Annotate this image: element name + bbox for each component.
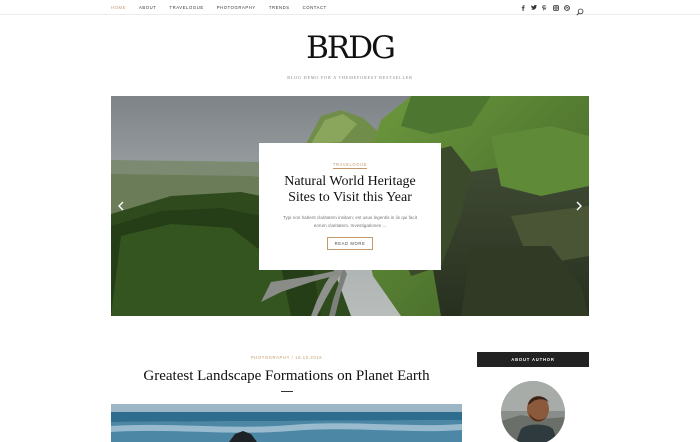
pinterest-icon[interactable]: [539, 0, 550, 15]
widget-title-about-author: About Author: [477, 352, 589, 367]
nav-item-about[interactable]: About: [139, 5, 156, 10]
featured-post-category[interactable]: Travelogue: [259, 162, 441, 169]
instagram-icon[interactable]: [550, 0, 561, 15]
top-navigation-bar: Home About Travelogue Photography Trends…: [0, 0, 700, 16]
nav-item-trends[interactable]: Trends: [269, 5, 290, 10]
dribbble-icon[interactable]: [561, 0, 572, 15]
post-title[interactable]: Greatest Landscape Formations on Planet …: [111, 367, 462, 386]
featured-post-category-label[interactable]: Travelogue: [332, 162, 368, 169]
featured-post-title[interactable]: Natural World Heritage Sites to Visit th…: [271, 174, 429, 206]
featured-post-excerpt: Typi non habent claritatem insitam; est …: [282, 215, 418, 228]
nav-item-contact[interactable]: Contact: [303, 5, 327, 10]
featured-slider[interactable]: Travelogue Natural World Heritage Sites …: [111, 96, 589, 316]
site-tagline: Blog Demo For A Themeforest Bestseller: [287, 75, 413, 80]
featured-post-card: Travelogue Natural World Heritage Sites …: [259, 143, 441, 270]
facebook-icon[interactable]: [517, 0, 528, 15]
site-logo[interactable]: BRDG: [0, 30, 700, 66]
title-divider: [281, 391, 293, 392]
search-icon[interactable]: [576, 3, 586, 16]
social-links: [517, 0, 572, 15]
read-more-button[interactable]: Read More: [326, 237, 374, 250]
author-avatar: [501, 381, 565, 442]
chevron-right-icon: [576, 201, 582, 211]
post-thumbnail-image[interactable]: [111, 404, 462, 442]
post-meta[interactable]: Photography / 16.10.2016: [111, 355, 462, 360]
nav-item-travelogue[interactable]: Travelogue: [169, 5, 203, 10]
main-menu: Home About Travelogue Photography Trends…: [111, 0, 340, 15]
nav-item-photography[interactable]: Photography: [217, 5, 256, 10]
nav-item-home[interactable]: Home: [111, 5, 126, 10]
twitter-icon[interactable]: [528, 0, 539, 15]
slider-prev-button[interactable]: [115, 199, 127, 213]
chevron-left-icon: [118, 201, 124, 211]
slider-next-button[interactable]: [573, 199, 585, 213]
